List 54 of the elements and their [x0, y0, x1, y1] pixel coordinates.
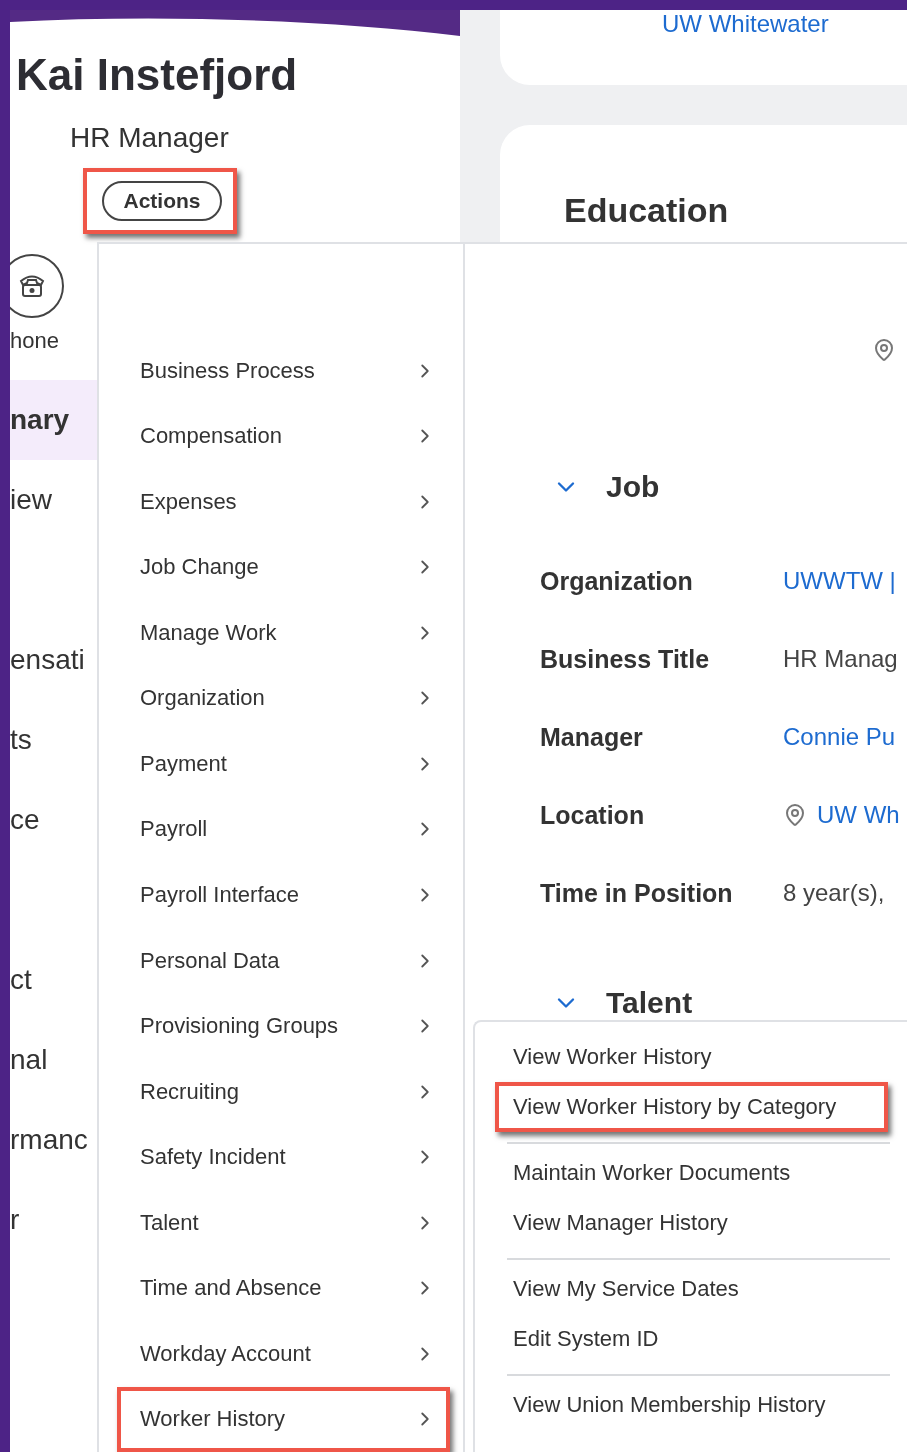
submenu-item[interactable]: View Worker History [495, 1032, 888, 1082]
menu-item[interactable]: Talent [117, 1189, 450, 1256]
profile-title: HR Manager [70, 122, 230, 154]
actions-button[interactable]: Actions [102, 181, 222, 221]
nav-item[interactable]: ce [10, 780, 97, 860]
menu-item[interactable]: Job Change [117, 534, 450, 601]
phone-icon[interactable] [10, 252, 66, 320]
menu-item[interactable]: Provisioning Groups [117, 993, 450, 1059]
nav-item[interactable]: r [10, 1180, 97, 1260]
menu-item[interactable]: Payroll [117, 796, 450, 863]
menu-item[interactable]: Expenses [117, 469, 450, 535]
nav-item[interactable]: nal [10, 1020, 97, 1100]
menu-item[interactable]: Safety Incident [117, 1124, 450, 1190]
field-label: Organization [540, 565, 694, 597]
field-label: Time in Position [540, 877, 734, 909]
submenu-item[interactable]: View Manager History [495, 1198, 888, 1248]
nav-item[interactable]: ct [10, 940, 97, 1020]
pin-icon [783, 803, 807, 827]
menu-item[interactable]: Time and Absence [117, 1255, 450, 1321]
nav-item[interactable]: ensati [10, 620, 97, 700]
field-label: Manager [540, 721, 644, 753]
school-link[interactable]: UW Whitewater [662, 10, 829, 37]
menu-item[interactable]: Payment [117, 731, 450, 797]
menu-item[interactable]: Business Process [117, 338, 450, 404]
profile-name: Kai Instefjord [16, 50, 299, 100]
menu-item[interactable]: Workday Account [117, 1320, 450, 1387]
nav-item[interactable]: ts [10, 700, 97, 780]
submenu-item[interactable]: Maintain Worker Documents [495, 1148, 888, 1198]
nav-item[interactable]: rmanc [10, 1100, 97, 1180]
field-label: Business Title [540, 643, 711, 675]
field-value: 8 year(s), [783, 879, 885, 907]
menu-item[interactable]: Worker History [117, 1386, 450, 1452]
submenu-item[interactable]: View Worker History by Category [495, 1082, 888, 1132]
menu-item[interactable]: Personal Data [117, 927, 450, 994]
menu-item[interactable]: Organization [117, 665, 450, 732]
menu-item[interactable]: Payroll Interface [117, 862, 450, 928]
section-title: Job [606, 470, 660, 504]
submenu-item[interactable]: Edit System ID [495, 1314, 888, 1364]
field-label: Location [540, 799, 646, 831]
field-link[interactable]: UW Wh [817, 801, 900, 829]
section-title: Talent [606, 986, 693, 1020]
field-link[interactable]: Connie Pu [783, 723, 896, 751]
field-link[interactable]: UWWTW | [783, 567, 896, 595]
phone-label: hone [10, 328, 60, 355]
pin-icon [872, 338, 896, 362]
menu-item[interactable]: Compensation [117, 403, 450, 470]
nav-item[interactable]: iew [10, 460, 97, 540]
submenu-item[interactable]: View My Service Dates [495, 1264, 888, 1314]
menu-item[interactable]: Recruiting [117, 1058, 450, 1125]
section-title: Education [564, 191, 729, 230]
nav-item[interactable]: nary [10, 380, 97, 460]
field-value: HR Manag [783, 645, 898, 673]
menu-item[interactable]: Manage Work [117, 600, 450, 666]
submenu-item[interactable]: View Union Membership History [495, 1380, 888, 1430]
